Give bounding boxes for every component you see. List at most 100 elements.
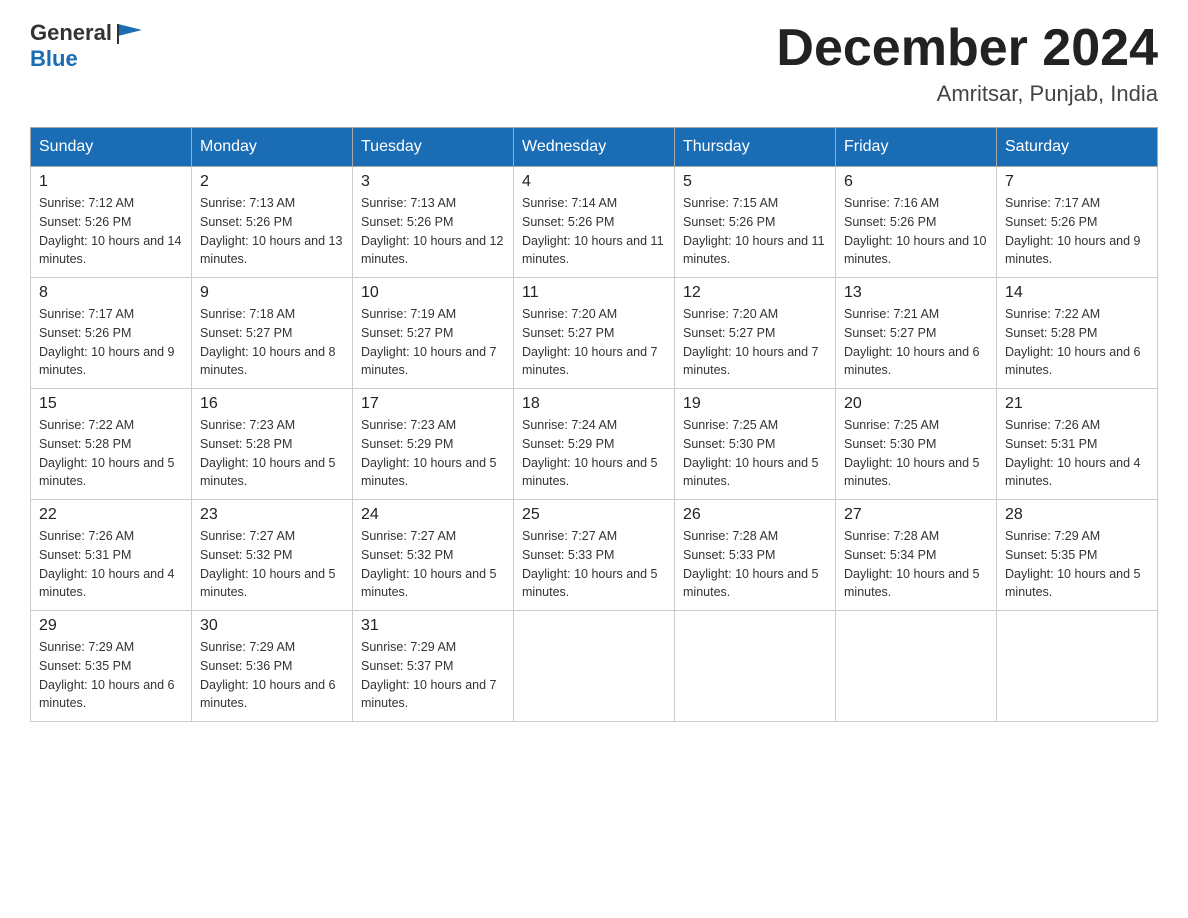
- day-info: Sunrise: 7:29 AMSunset: 5:37 PMDaylight:…: [361, 638, 505, 713]
- col-saturday: Saturday: [997, 128, 1158, 167]
- table-row: 23 Sunrise: 7:27 AMSunset: 5:32 PMDayligh…: [192, 500, 353, 611]
- day-info: Sunrise: 7:23 AMSunset: 5:28 PMDaylight:…: [200, 416, 344, 491]
- logo-flag-icon: [114, 22, 142, 44]
- day-number: 10: [361, 284, 505, 302]
- day-info: Sunrise: 7:20 AMSunset: 5:27 PMDaylight:…: [522, 305, 666, 380]
- col-monday: Monday: [192, 128, 353, 167]
- calendar-week-row: 1 Sunrise: 7:12 AMSunset: 5:26 PMDaylight…: [31, 167, 1158, 278]
- day-number: 27: [844, 506, 988, 524]
- calendar-week-row: 22 Sunrise: 7:26 AMSunset: 5:31 PMDayligh…: [31, 500, 1158, 611]
- day-info: Sunrise: 7:25 AMSunset: 5:30 PMDaylight:…: [844, 416, 988, 491]
- table-row: 18Sunrise: 7:24 AMSunset: 5:29 PMDayligh…: [514, 389, 675, 500]
- day-info: Sunrise: 7:27 AMSunset: 5:32 PMDaylight:…: [361, 527, 505, 602]
- table-row: 22 Sunrise: 7:26 AMSunset: 5:31 PMDayligh…: [31, 500, 192, 611]
- day-number: 24: [361, 506, 505, 524]
- calendar-table: Sunday Monday Tuesday Wednesday Thursday…: [30, 127, 1158, 722]
- calendar-week-row: 29Sunrise: 7:29 AMSunset: 5:35 PMDayligh…: [31, 611, 1158, 722]
- table-row: 1 Sunrise: 7:12 AMSunset: 5:26 PMDaylight…: [31, 167, 192, 278]
- day-info: Sunrise: 7:27 AMSunset: 5:32 PMDaylight:…: [200, 527, 344, 602]
- day-info: Sunrise: 7:28 AMSunset: 5:34 PMDaylight:…: [844, 527, 988, 602]
- day-number: 4: [522, 173, 666, 191]
- day-number: 6: [844, 173, 988, 191]
- day-number: 28: [1005, 506, 1149, 524]
- day-info: Sunrise: 7:17 AMSunset: 5:26 PMDaylight:…: [1005, 194, 1149, 269]
- table-row: 10Sunrise: 7:19 AMSunset: 5:27 PMDayligh…: [353, 278, 514, 389]
- day-number: 1: [39, 173, 183, 191]
- page-header: General Blue December 2024 Amritsar, Pun…: [30, 20, 1158, 107]
- day-info: Sunrise: 7:12 AMSunset: 5:26 PMDaylight:…: [39, 194, 183, 269]
- day-number: 17: [361, 395, 505, 413]
- month-title: December 2024: [776, 20, 1158, 77]
- table-row: 30Sunrise: 7:29 AMSunset: 5:36 PMDayligh…: [192, 611, 353, 722]
- day-info: Sunrise: 7:22 AMSunset: 5:28 PMDaylight:…: [1005, 305, 1149, 380]
- day-number: 11: [522, 284, 666, 302]
- day-number: 31: [361, 617, 505, 635]
- table-row: 16 Sunrise: 7:23 AMSunset: 5:28 PMDayligh…: [192, 389, 353, 500]
- table-row: 20 Sunrise: 7:25 AMSunset: 5:30 PMDayligh…: [836, 389, 997, 500]
- day-info: Sunrise: 7:13 AMSunset: 5:26 PMDaylight:…: [361, 194, 505, 269]
- day-number: 30: [200, 617, 344, 635]
- calendar-week-row: 8 Sunrise: 7:17 AMSunset: 5:26 PMDaylight…: [31, 278, 1158, 389]
- day-number: 20: [844, 395, 988, 413]
- day-number: 8: [39, 284, 183, 302]
- header-row: Sunday Monday Tuesday Wednesday Thursday…: [31, 128, 1158, 167]
- table-row: 31 Sunrise: 7:29 AMSunset: 5:37 PMDayligh…: [353, 611, 514, 722]
- day-number: 12: [683, 284, 827, 302]
- calendar-week-row: 15 Sunrise: 7:22 AMSunset: 5:28 PMDayligh…: [31, 389, 1158, 500]
- table-row: 8 Sunrise: 7:17 AMSunset: 5:26 PMDaylight…: [31, 278, 192, 389]
- day-info: Sunrise: 7:25 AMSunset: 5:30 PMDaylight:…: [683, 416, 827, 491]
- day-info: Sunrise: 7:20 AMSunset: 5:27 PMDaylight:…: [683, 305, 827, 380]
- day-number: 22: [39, 506, 183, 524]
- day-info: Sunrise: 7:28 AMSunset: 5:33 PMDaylight:…: [683, 527, 827, 602]
- day-info: Sunrise: 7:15 AMSunset: 5:26 PMDaylight:…: [683, 194, 827, 269]
- table-row: 3 Sunrise: 7:13 AMSunset: 5:26 PMDaylight…: [353, 167, 514, 278]
- table-row: 25Sunrise: 7:27 AMSunset: 5:33 PMDayligh…: [514, 500, 675, 611]
- table-row: 6 Sunrise: 7:16 AMSunset: 5:26 PMDaylight…: [836, 167, 997, 278]
- day-number: 14: [1005, 284, 1149, 302]
- col-sunday: Sunday: [31, 128, 192, 167]
- table-row: 19 Sunrise: 7:25 AMSunset: 5:30 PMDayligh…: [675, 389, 836, 500]
- day-number: 19: [683, 395, 827, 413]
- table-row: [514, 611, 675, 722]
- day-number: 23: [200, 506, 344, 524]
- day-info: Sunrise: 7:26 AMSunset: 5:31 PMDaylight:…: [1005, 416, 1149, 491]
- table-row: 27 Sunrise: 7:28 AMSunset: 5:34 PMDayligh…: [836, 500, 997, 611]
- day-number: 5: [683, 173, 827, 191]
- location-title: Amritsar, Punjab, India: [776, 81, 1158, 107]
- day-number: 16: [200, 395, 344, 413]
- table-row: 14 Sunrise: 7:22 AMSunset: 5:28 PMDayligh…: [997, 278, 1158, 389]
- day-number: 9: [200, 284, 344, 302]
- logo: General Blue: [30, 20, 144, 72]
- day-number: 7: [1005, 173, 1149, 191]
- day-number: 15: [39, 395, 183, 413]
- col-wednesday: Wednesday: [514, 128, 675, 167]
- col-friday: Friday: [836, 128, 997, 167]
- day-info: Sunrise: 7:16 AMSunset: 5:26 PMDaylight:…: [844, 194, 988, 269]
- table-row: 9Sunrise: 7:18 AMSunset: 5:27 PMDaylight…: [192, 278, 353, 389]
- logo-blue-text: Blue: [30, 46, 78, 72]
- day-info: Sunrise: 7:24 AMSunset: 5:29 PMDaylight:…: [522, 416, 666, 491]
- title-area: December 2024 Amritsar, Punjab, India: [776, 20, 1158, 107]
- logo-text: General: [30, 20, 144, 46]
- day-info: Sunrise: 7:26 AMSunset: 5:31 PMDaylight:…: [39, 527, 183, 602]
- day-info: Sunrise: 7:13 AMSunset: 5:26 PMDaylight:…: [200, 194, 344, 269]
- day-number: 29: [39, 617, 183, 635]
- table-row: 26 Sunrise: 7:28 AMSunset: 5:33 PMDayligh…: [675, 500, 836, 611]
- table-row: 2Sunrise: 7:13 AMSunset: 5:26 PMDaylight…: [192, 167, 353, 278]
- day-number: 21: [1005, 395, 1149, 413]
- day-number: 13: [844, 284, 988, 302]
- day-number: 26: [683, 506, 827, 524]
- table-row: 24 Sunrise: 7:27 AMSunset: 5:32 PMDayligh…: [353, 500, 514, 611]
- table-row: 29Sunrise: 7:29 AMSunset: 5:35 PMDayligh…: [31, 611, 192, 722]
- day-info: Sunrise: 7:23 AMSunset: 5:29 PMDaylight:…: [361, 416, 505, 491]
- table-row: [675, 611, 836, 722]
- day-info: Sunrise: 7:17 AMSunset: 5:26 PMDaylight:…: [39, 305, 183, 380]
- day-info: Sunrise: 7:22 AMSunset: 5:28 PMDaylight:…: [39, 416, 183, 491]
- logo-general: General: [30, 20, 112, 46]
- table-row: 12 Sunrise: 7:20 AMSunset: 5:27 PMDayligh…: [675, 278, 836, 389]
- table-row: 11 Sunrise: 7:20 AMSunset: 5:27 PMDayligh…: [514, 278, 675, 389]
- day-number: 3: [361, 173, 505, 191]
- table-row: 7 Sunrise: 7:17 AMSunset: 5:26 PMDaylight…: [997, 167, 1158, 278]
- table-row: 15 Sunrise: 7:22 AMSunset: 5:28 PMDayligh…: [31, 389, 192, 500]
- table-row: [997, 611, 1158, 722]
